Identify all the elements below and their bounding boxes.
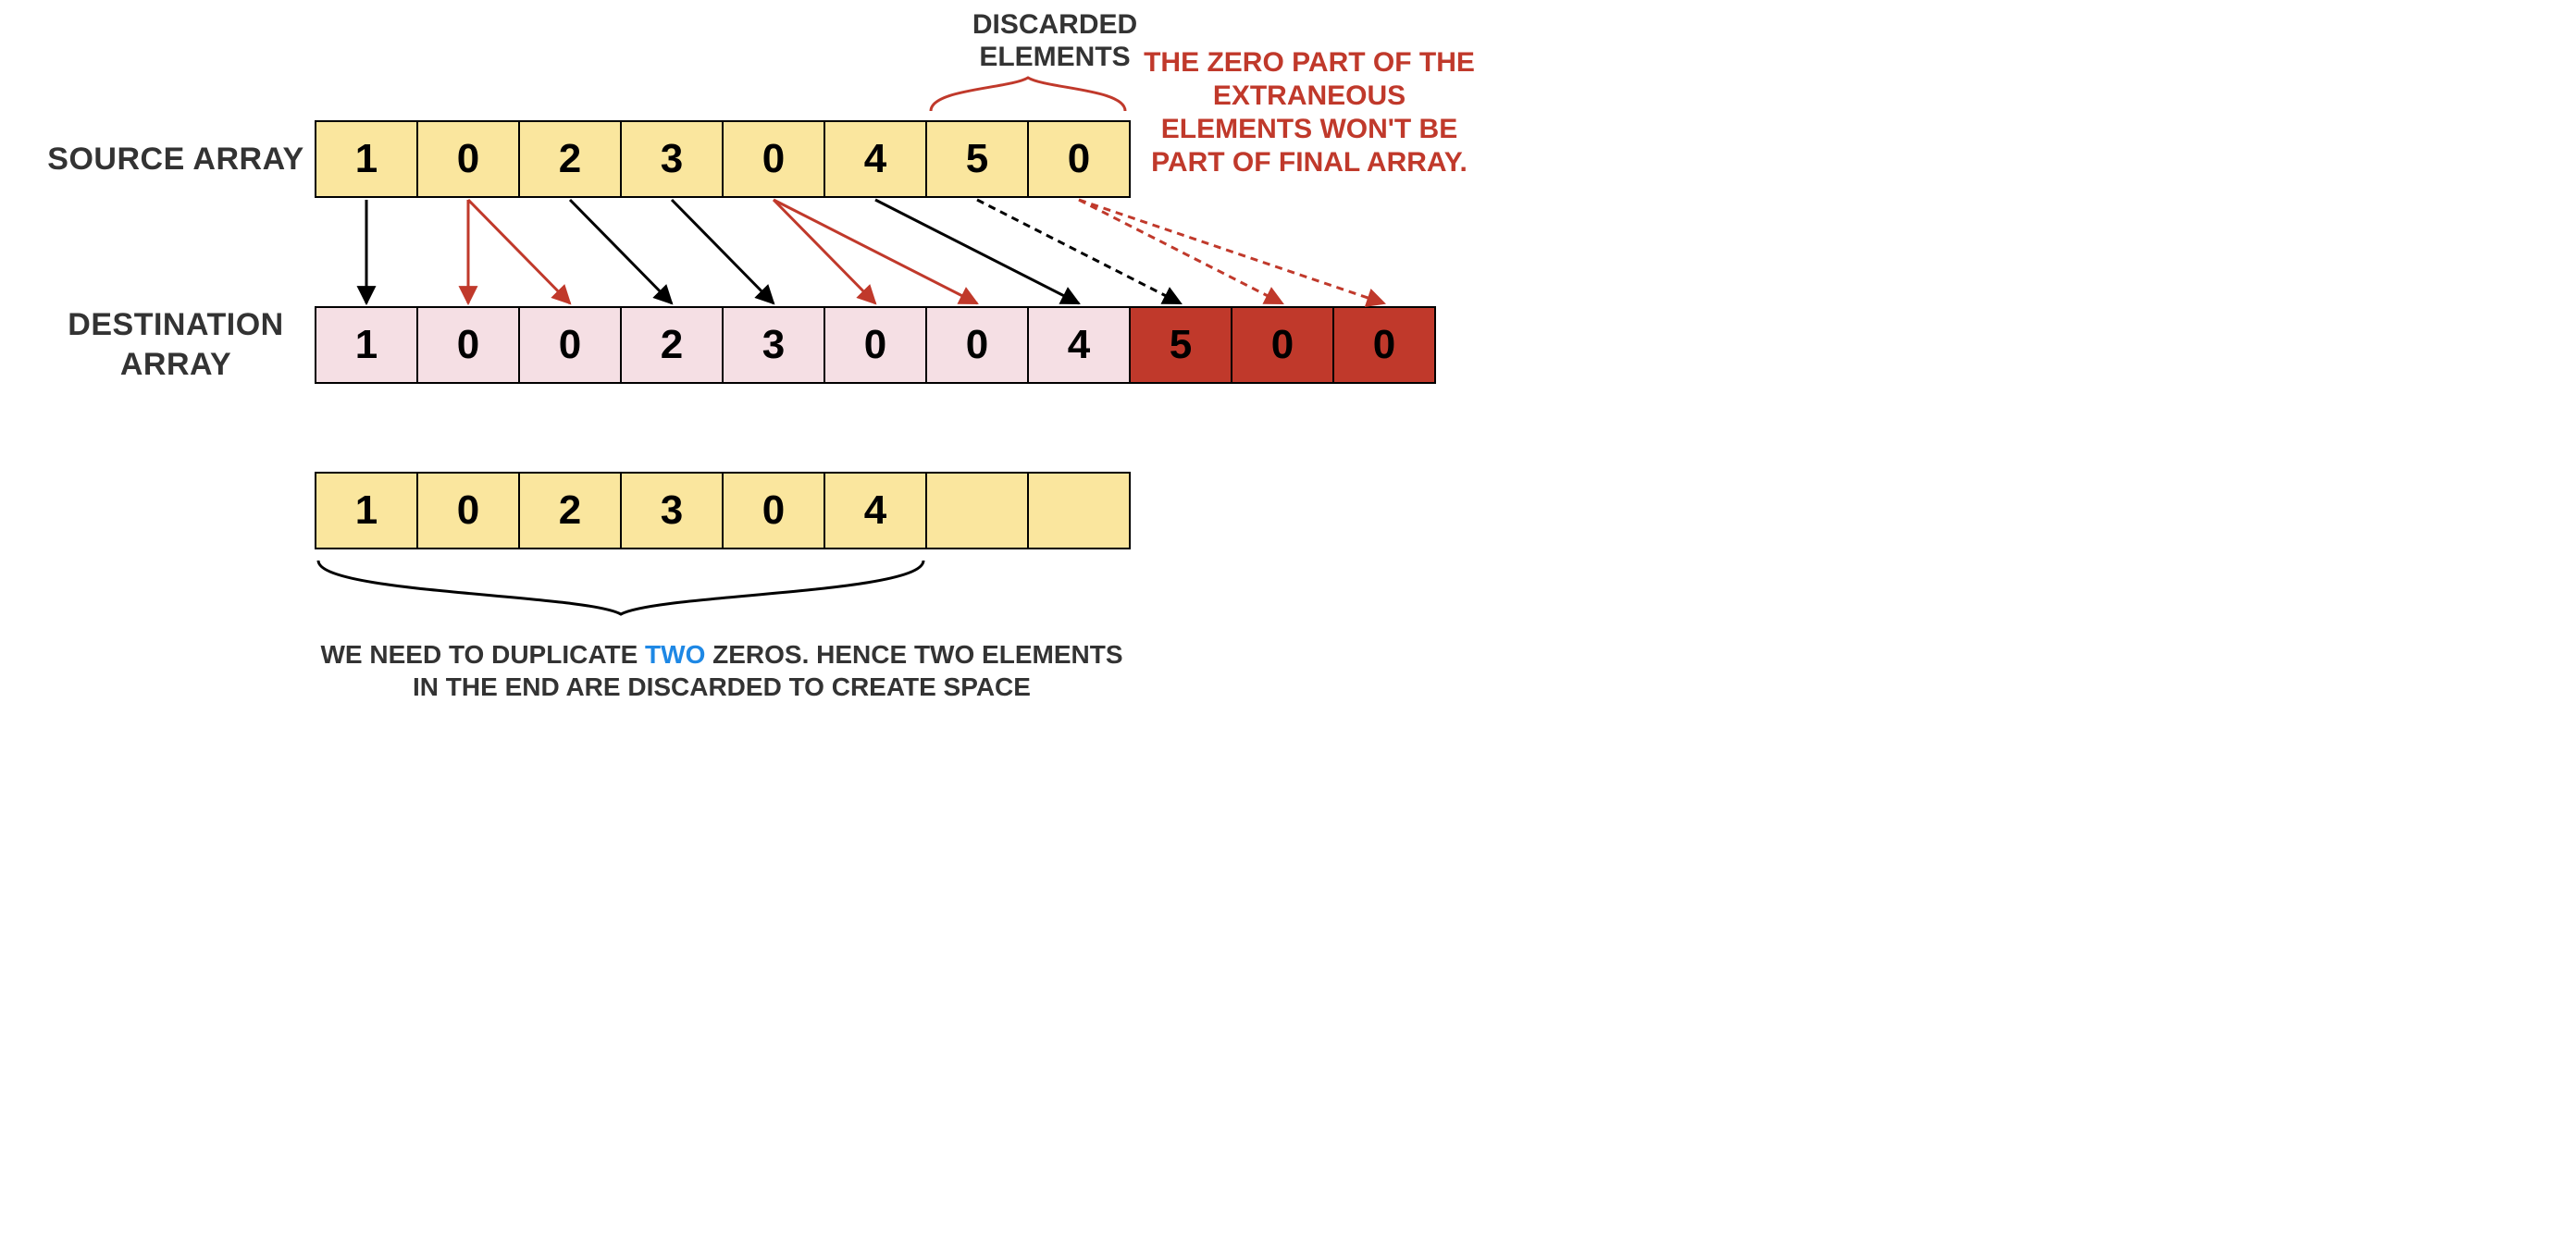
dest-array-cell: 0 [518,306,622,384]
source-array: 10230450 [315,120,1131,198]
summary-array-cell: 0 [722,472,825,549]
summary-array: 102304 [315,472,1131,549]
source-array-cell: 5 [925,120,1029,198]
summary-array-cell: 2 [518,472,622,549]
mapping-arrow [1079,200,1282,303]
dest-array-cell: 4 [1027,306,1131,384]
destination-array-label: DESTINATIONARRAY [37,305,315,384]
source-array-row: SOURCE ARRAY 10230450 [37,120,1131,198]
dest-array-cell: 0 [1231,306,1334,384]
extraneous-note: THE ZERO PART OF THE EXTRANEOUS ELEMENTS… [1138,46,1480,179]
dest-array-cell: 0 [416,306,520,384]
bottom-caption-highlight: TWO [645,640,705,669]
source-array-cell: 3 [620,120,724,198]
summary-array-cell [1027,472,1131,549]
summary-array-cell: 3 [620,472,724,549]
bottom-caption: WE NEED TO DUPLICATE TWO ZEROS. HENCE TW… [315,638,1129,703]
dest-array-cell: 5 [1129,306,1232,384]
summary-brace [318,561,923,614]
source-array-cell: 4 [824,120,927,198]
summary-array-cell: 0 [416,472,520,549]
source-array-cell: 2 [518,120,622,198]
dest-array-cell: 0 [1332,306,1436,384]
dest-array-cell: 0 [925,306,1029,384]
bottom-caption-pre: WE NEED TO DUPLICATE [321,640,646,669]
source-array-cell: 0 [416,120,520,198]
mapping-arrow [977,200,1181,303]
mapping-arrow [468,200,570,303]
summary-array-cell [925,472,1029,549]
summary-array-cell: 1 [315,472,418,549]
mapping-arrow [1079,200,1384,303]
source-array-label: SOURCE ARRAY [37,140,315,179]
discarded-elements-label: DISCARDEDELEMENTS [944,9,1166,73]
mapping-arrow [570,200,672,303]
mapping-arrow [875,200,1079,303]
mapping-arrow [672,200,774,303]
destination-array: 10023004500 [315,306,1436,384]
dest-array-cell: 1 [315,306,418,384]
dest-array-cell: 3 [722,306,825,384]
mapping-arrow [774,200,875,303]
summary-array-cell: 4 [824,472,927,549]
mapping-arrow [774,200,977,303]
dest-array-cell: 0 [824,306,927,384]
source-array-cell: 1 [315,120,418,198]
destination-array-row: DESTINATIONARRAY 10023004500 [37,305,1436,384]
summary-array-row: 102304 [315,472,1131,549]
source-array-cell: 0 [722,120,825,198]
source-array-cell: 0 [1027,120,1131,198]
discarded-brace [931,78,1125,111]
dest-array-cell: 2 [620,306,724,384]
